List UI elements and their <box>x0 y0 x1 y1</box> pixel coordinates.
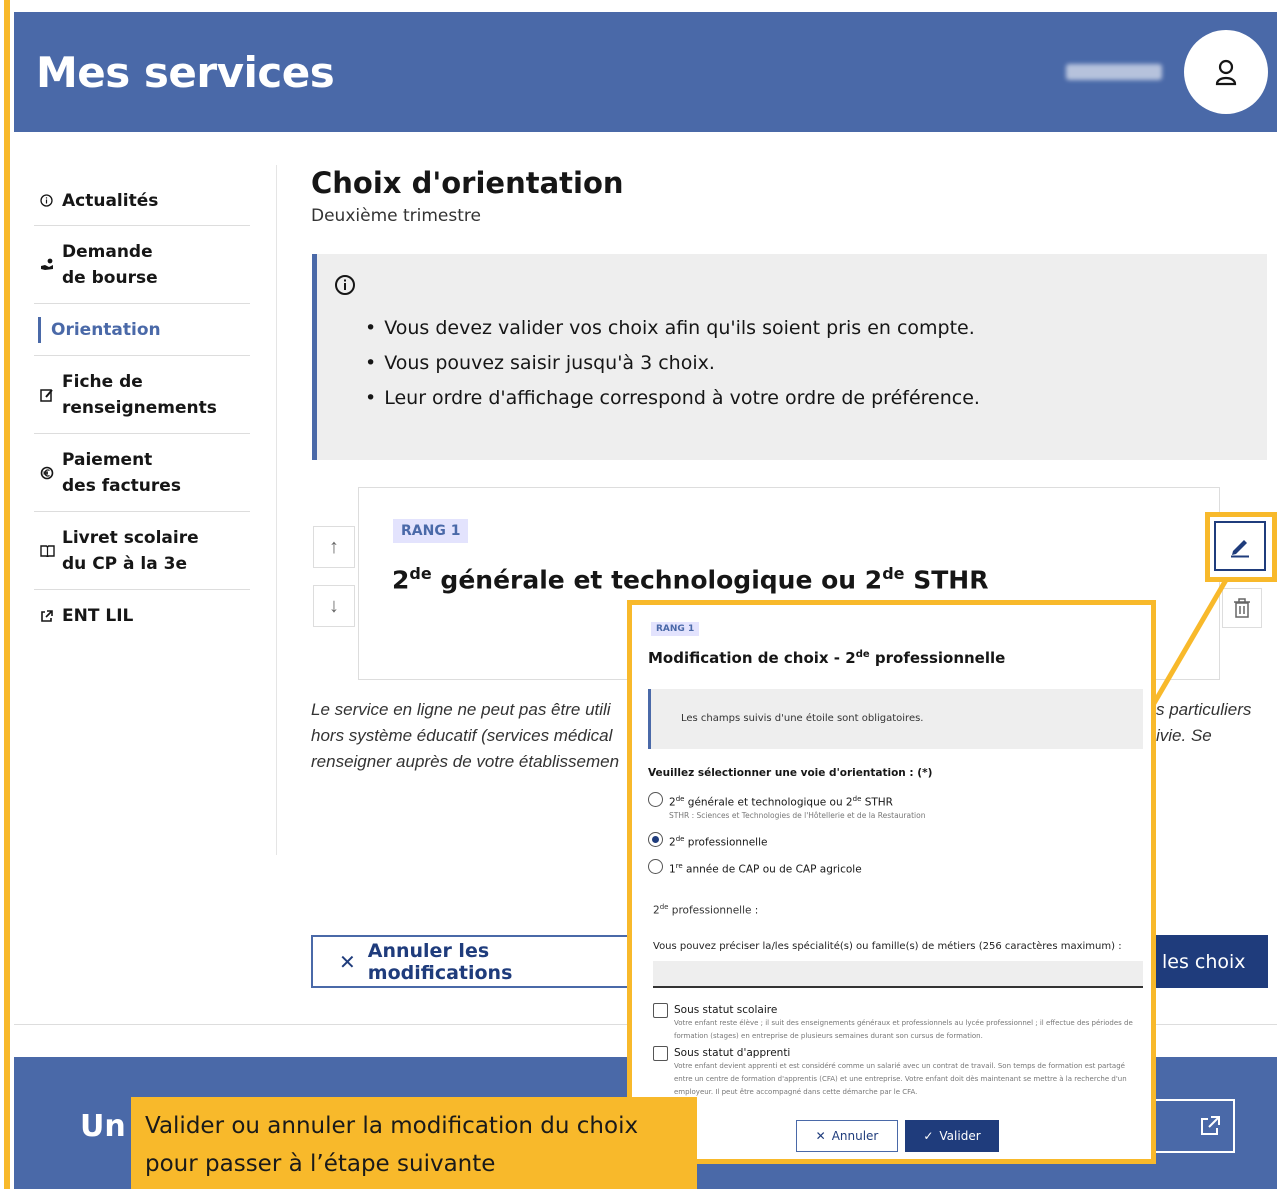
info-circle-icon <box>40 194 62 207</box>
tutorial-callout: Valider ou annuler la modification du ch… <box>131 1097 697 1189</box>
checkbox-hint: Votre enfant reste élève ; il suit des e… <box>674 1019 1133 1040</box>
info-callout: Vous devez valider vos choix afin qu'ils… <box>312 254 1267 460</box>
checkbox-label: Sous statut scolaire <box>674 1004 778 1016</box>
modal-validate-button[interactable]: ✓ Valider <box>905 1120 999 1152</box>
footer-text: Un <box>80 1109 126 1144</box>
checkbox[interactable] <box>653 1046 668 1061</box>
check-icon: ✓ <box>923 1129 934 1143</box>
info-item: Vous devez valider vos choix afin qu'ils… <box>365 316 980 351</box>
close-icon: ✕ <box>339 949 356 974</box>
arrow-up-icon: ↑ <box>329 535 339 558</box>
rank-badge: RANG 1 <box>393 519 469 543</box>
checkbox-label: Sous statut d'apprenti <box>674 1047 791 1059</box>
radio-label: 2de générale et technologique ou 2de STH… <box>669 795 893 809</box>
modal-cancel-button[interactable]: ✕ Annuler <box>796 1120 898 1152</box>
precision-input[interactable] <box>653 961 1143 988</box>
footer-link-button[interactable] <box>1149 1099 1235 1153</box>
page-title: Choix d'orientation <box>311 166 624 200</box>
sidebar-item-orientation[interactable]: Orientation <box>34 304 250 356</box>
section-label: 2de professionnelle : <box>653 903 759 917</box>
move-down-button[interactable]: ↓ <box>313 585 355 627</box>
sidebar-item-paiement[interactable]: Paiement des factures <box>34 434 250 512</box>
radio-label: 1re année de CAP ou de CAP agricole <box>669 862 862 876</box>
sidebar-item-label: Paiement des factures <box>62 449 181 496</box>
trash-icon <box>1234 598 1250 618</box>
info-list: Vous devez valider vos choix afin qu'ils… <box>365 316 980 421</box>
hand-coins-icon <box>40 258 62 271</box>
precision-label: Vous pouvez préciser la/les spécialité(s… <box>653 941 1122 952</box>
radio-label: 2de professionnelle <box>669 835 768 849</box>
service-notice-right: s particuliers ivie. Se <box>1156 700 1252 745</box>
edit-choice-modal: RANG 1 Modification de choix - 2de profe… <box>632 605 1151 1159</box>
validate-choices-button[interactable]: les choix <box>1150 935 1268 988</box>
info-circle-icon <box>335 275 355 295</box>
sidebar-item-label: Fiche de renseignements <box>62 371 217 418</box>
sidebar-item-label: Actualités <box>62 190 159 211</box>
radio-option-pro[interactable]: 2de professionnelle <box>648 832 767 850</box>
book-open-icon <box>40 544 62 557</box>
sidebar-item-label: Orientation <box>51 319 161 340</box>
user-icon <box>1215 59 1237 86</box>
sidebar-item-label: ENT LIL <box>62 606 134 626</box>
highlight-left-bar <box>4 0 10 1189</box>
euro-coin-icon <box>40 466 62 480</box>
radio-option-cap[interactable]: 1re année de CAP ou de CAP agricole <box>648 859 862 877</box>
cancel-modifications-button[interactable]: ✕ Annuler les modifications <box>311 935 631 988</box>
radio-button-selected[interactable] <box>648 832 663 847</box>
checkbox-apprenti[interactable]: Sous statut d'apprenti Votre enfant devi… <box>653 1046 1144 1099</box>
modal-rank-badge: RANG 1 <box>651 622 700 636</box>
radio-option-gt-sthr[interactable]: 2de générale et technologique ou 2de STH… <box>648 792 925 822</box>
external-link-icon <box>1201 1116 1220 1135</box>
checkbox-hint: Votre enfant devient apprenti et est con… <box>674 1062 1127 1096</box>
app-title: Mes services <box>36 48 335 97</box>
arrow-down-icon: ↓ <box>329 594 339 617</box>
radio-button[interactable] <box>648 859 663 874</box>
sidebar-item-ent-lil[interactable]: ENT LIL <box>34 590 250 642</box>
info-item: Leur ordre d'affichage correspond à votr… <box>365 386 980 421</box>
modal-title: Modification de choix - 2de professionne… <box>648 649 1006 667</box>
sidebar-divider <box>276 165 277 855</box>
edit-choice-button[interactable] <box>1214 521 1266 571</box>
sidebar-item-bourse[interactable]: Demande de bourse <box>34 226 250 304</box>
choice-title: 2de générale et technologique ou 2de STH… <box>392 564 989 595</box>
info-item: Vous pouvez saisir jusqu'à 3 choix. <box>365 351 980 386</box>
sidebar-item-label: Demande de bourse <box>62 241 158 288</box>
active-indicator <box>38 316 41 343</box>
pencil-icon <box>1231 540 1249 558</box>
move-up-button[interactable]: ↑ <box>313 526 355 568</box>
user-name-blurred <box>1066 64 1162 80</box>
checkbox-scolaire[interactable]: Sous statut scolaire Votre enfant reste … <box>653 1003 1144 1043</box>
user-avatar-button[interactable] <box>1184 30 1268 114</box>
external-link-icon <box>40 609 62 623</box>
edit-form-icon <box>40 388 62 402</box>
radio-button[interactable] <box>648 792 663 807</box>
sidebar-item-fiche[interactable]: Fiche de renseignements <box>34 356 250 434</box>
radio-hint: STHR : Sciences et Technologies de l'Hôt… <box>669 810 926 820</box>
header: Mes services <box>14 12 1277 132</box>
orientation-question: Veuillez sélectionner une voie d'orienta… <box>648 767 933 779</box>
sidebar: Actualités Demande de bourse Orientation… <box>34 176 250 642</box>
page: Mes services Actualités Demande de bours… <box>0 0 1277 1189</box>
close-icon: ✕ <box>815 1129 826 1143</box>
delete-choice-button[interactable] <box>1222 588 1262 628</box>
checkbox[interactable] <box>653 1003 668 1018</box>
modal-info-callout: Les champs suivis d'une étoile sont obli… <box>648 689 1143 749</box>
sidebar-item-livret[interactable]: Livret scolaire du CP à la 3e <box>34 512 250 590</box>
sidebar-item-label: Livret scolaire du CP à la 3e <box>62 527 199 574</box>
page-subtitle: Deuxième trimestre <box>311 206 481 226</box>
service-notice: Le service en ligne ne peut pas être uti… <box>311 700 620 771</box>
modal-highlight-frame: RANG 1 Modification de choix - 2de profe… <box>627 600 1156 1164</box>
sidebar-item-actualites[interactable]: Actualités <box>34 176 250 226</box>
